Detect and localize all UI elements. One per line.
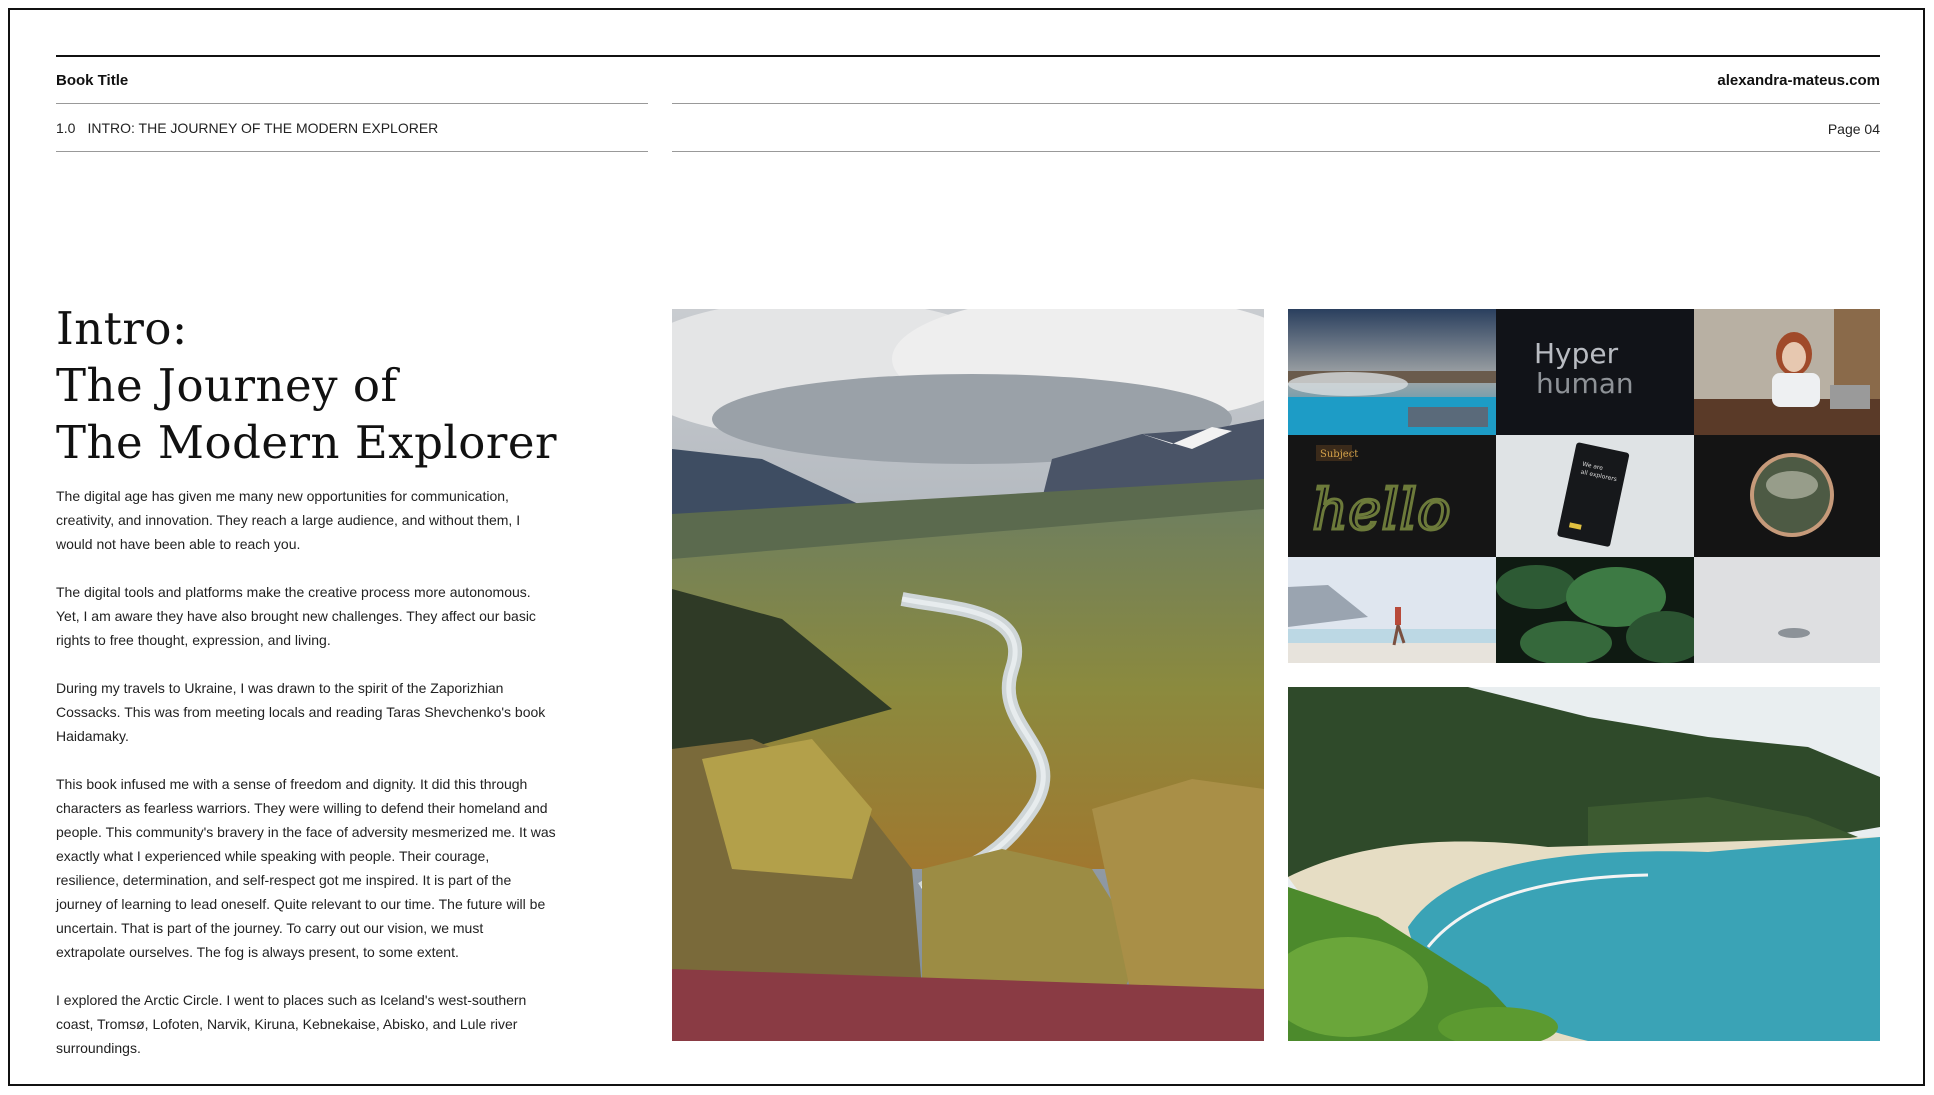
paragraph: I explored the Arctic Circle. I went to … — [56, 992, 527, 1056]
intro-heading: Intro: The Journey of The Modern Explore… — [56, 300, 616, 471]
round-frame-photo — [1694, 435, 1880, 557]
section-number: 1.0 — [56, 120, 76, 136]
section-label: 1.0 INTRO: THE JOURNEY OF THE MODERN EXPL… — [56, 120, 438, 136]
body-text: The digital age has given me many new op… — [56, 484, 556, 1084]
mountain-valley-photo — [672, 309, 1264, 1041]
divider — [672, 103, 1880, 104]
hello-neon-text: hello — [1312, 478, 1451, 543]
paragraph: The digital age has given me many new op… — [56, 488, 521, 552]
book-title: Book Title — [56, 72, 129, 89]
hyper-text: Hyper — [1534, 337, 1619, 370]
hello-neon-photo: Subject hello — [1288, 435, 1496, 557]
heading-line: The Modern Explorer — [56, 416, 558, 469]
notebook-photo: We are all explorers — [1496, 435, 1694, 557]
page-number: Page 04 — [1827, 121, 1880, 137]
site-url[interactable]: alexandra-mateus.com — [1717, 72, 1880, 89]
heading-line: The Journey of — [56, 359, 398, 412]
header-rule — [56, 55, 1880, 57]
beach-runner-photo — [1288, 557, 1496, 663]
section-title: INTRO: THE JOURNEY OF THE MODERN EXPLORE… — [87, 120, 439, 136]
foggy-sea-photo — [1694, 557, 1880, 663]
monstera-leaves-photo — [1496, 557, 1694, 663]
divider — [56, 151, 648, 152]
paragraph: This book infused me with a sense of fre… — [56, 776, 556, 960]
hot-spring-photo — [1288, 309, 1496, 435]
hyperhuman-photo: Hyper human — [1496, 309, 1694, 435]
paragraph: During my travels to Ukraine, I was draw… — [56, 680, 546, 744]
tropical-bay-photo — [1288, 687, 1880, 1041]
woman-at-desk-photo — [1694, 309, 1880, 435]
paragraph: The digital tools and platforms make the… — [56, 584, 536, 648]
heading-line: Intro: — [56, 302, 188, 355]
divider — [56, 103, 648, 104]
human-text: human — [1536, 367, 1634, 400]
divider — [672, 151, 1880, 152]
subject-tag: Subject — [1320, 449, 1358, 460]
